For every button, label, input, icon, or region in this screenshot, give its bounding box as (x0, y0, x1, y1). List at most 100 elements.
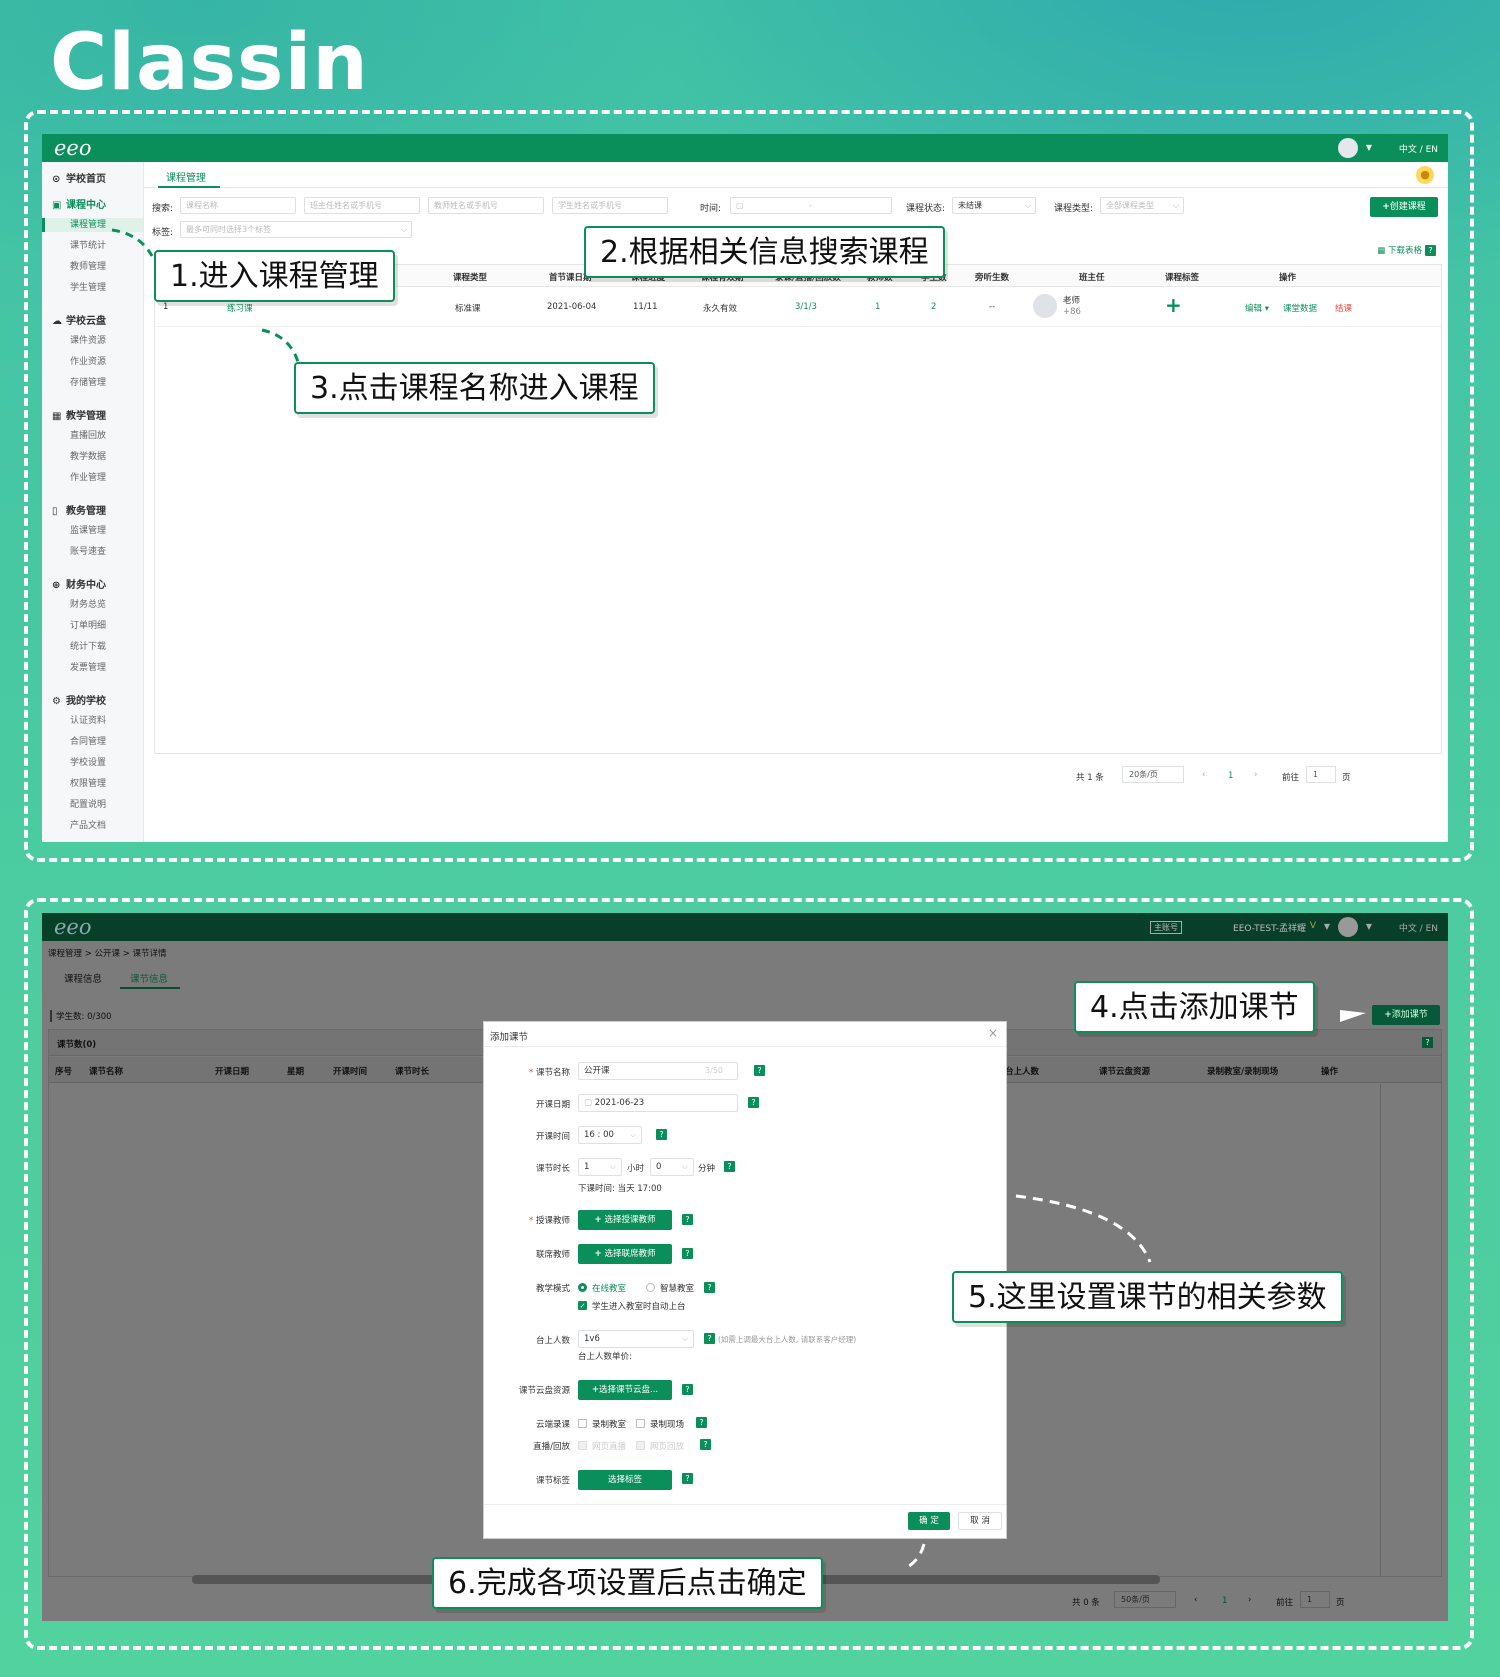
add-lesson-button[interactable]: +添加课节 (1372, 1005, 1440, 1025)
help-icon[interactable]: ? (682, 1248, 693, 1259)
goto-page-input[interactable]: 1 (1306, 766, 1336, 783)
add-tag-icon[interactable]: + (1165, 293, 1182, 317)
sidebar-item[interactable]: 统计下载 (42, 640, 143, 654)
sidebar-item[interactable]: 课节统计 (42, 239, 143, 253)
minutes-select[interactable]: 0 ⌵ (650, 1158, 694, 1176)
help-icon[interactable]: ? (748, 1097, 759, 1108)
sidebar-group[interactable]: ☁ 学校云盘 (52, 312, 106, 327)
sidebar-item[interactable]: 作业资源 (42, 355, 143, 369)
user-avatar[interactable] (1338, 138, 1358, 158)
course-name-link[interactable]: 练习课 (227, 302, 253, 314)
select-teacher-button[interactable]: + 选择授课教师 (578, 1210, 672, 1230)
sidebar-item[interactable]: 产品文档 (42, 819, 143, 833)
select-cloud-button[interactable]: +选择课节云盘... (578, 1380, 672, 1400)
chevron-down-icon[interactable]: ▼ (1366, 922, 1372, 931)
record-counts[interactable]: 3/1/3 (795, 302, 817, 312)
record-site-checkbox[interactable] (636, 1419, 645, 1428)
student-count[interactable]: 2 (931, 302, 936, 312)
chevron-down-icon[interactable]: ▼ (1324, 922, 1330, 931)
tab-course-info[interactable]: 课程信息 (64, 971, 102, 985)
end-course-link[interactable]: 结课 (1335, 302, 1352, 314)
sidebar-item[interactable]: 存储管理 (42, 376, 143, 390)
sidebar-item[interactable]: 监课管理 (42, 524, 143, 538)
next-page-icon[interactable]: › (1248, 1595, 1251, 1605)
lightbulb-icon[interactable]: ● (1416, 166, 1434, 184)
help-icon[interactable]: ? (700, 1439, 711, 1450)
sidebar-item[interactable]: 合同管理 (42, 735, 143, 749)
stage-count-select[interactable]: 1v6 ⌵ (578, 1330, 694, 1348)
help-icon[interactable]: ? (682, 1384, 693, 1395)
goto-page-input[interactable]: 1 (1300, 1591, 1330, 1608)
eeo-logo[interactable]: eeo (54, 136, 92, 160)
edit-dropdown[interactable]: 编辑 ▾ (1245, 302, 1269, 314)
sidebar-item[interactable]: 配置说明 (42, 798, 143, 812)
sidebar-item[interactable]: 教学数据 (42, 450, 143, 464)
sidebar-group[interactable]: ▣ 课程中心 (52, 196, 106, 211)
page-size-select[interactable]: 20条/页 (1122, 766, 1184, 783)
sidebar-group[interactable]: ⊕ 财务中心 (52, 576, 106, 591)
mode-smart-label[interactable]: 智慧教室 (660, 1282, 694, 1294)
prev-page-icon[interactable]: ‹ (1194, 1595, 1197, 1605)
teacher-input[interactable]: 教师姓名或手机号 (428, 197, 544, 214)
tab-lesson-info[interactable]: 课节信息 (130, 971, 168, 985)
help-icon[interactable]: ? (682, 1473, 693, 1484)
create-course-button[interactable]: +创建课程 (1370, 197, 1438, 217)
sidebar-item[interactable]: 直播回放 (42, 429, 143, 443)
sidebar-group[interactable]: ⊙ 学校首页 (52, 170, 106, 185)
help-icon[interactable]: ? (704, 1282, 715, 1293)
eeo-logo[interactable]: eeo (54, 915, 92, 939)
sidebar-group[interactable]: ▦ 教学管理 (52, 407, 106, 422)
class-data-link[interactable]: 课堂数据 (1283, 302, 1317, 314)
auto-stage-label[interactable]: 学生进入教室时自动上台 (592, 1300, 686, 1312)
prev-page-icon[interactable]: ‹ (1202, 770, 1205, 780)
teacher-count[interactable]: 1 (875, 302, 880, 312)
sidebar-item[interactable]: 发票管理 (42, 661, 143, 675)
help-icon[interactable]: ? (704, 1333, 715, 1344)
language-switch[interactable]: 中文 / EN (1399, 921, 1438, 934)
select-coteacher-button[interactable]: + 选择联席教师 (578, 1244, 672, 1264)
select-tag-button[interactable]: 选择标签 (578, 1470, 672, 1490)
sidebar-item[interactable]: 订单明细 (42, 619, 143, 633)
help-icon[interactable]: ? (1422, 1037, 1433, 1048)
start-date-input[interactable]: ▢ 2021-06-23 (578, 1094, 738, 1112)
sidebar-item[interactable]: 财务总览 (42, 598, 143, 612)
sidebar-item[interactable]: 权限管理 (42, 777, 143, 791)
sidebar-item[interactable]: 学生管理 (42, 281, 143, 295)
sidebar-group[interactable]: ⚙ 我的学校 (52, 692, 106, 707)
mode-online-label[interactable]: 在线教室 (592, 1282, 626, 1294)
sidebar-item[interactable]: 账号速查 (42, 545, 143, 559)
course-name-input[interactable]: 课程名称 (180, 197, 296, 214)
next-page-icon[interactable]: › (1254, 770, 1257, 780)
date-range-input[interactable]: ▢ - (730, 197, 892, 214)
student-input[interactable]: 学生姓名或手机号 (552, 197, 668, 214)
close-icon[interactable]: × (988, 1026, 998, 1040)
download-table-link[interactable]: ▦ 下载表格 (1377, 244, 1422, 256)
radio-smart[interactable] (646, 1283, 655, 1292)
radio-online[interactable] (578, 1283, 587, 1292)
current-page[interactable]: 1 (1228, 771, 1233, 781)
sidebar-item[interactable]: 教师管理 (42, 260, 143, 274)
confirm-button[interactable]: 确 定 (908, 1512, 950, 1530)
sidebar-item[interactable]: 课程管理 (42, 218, 143, 232)
help-icon[interactable]: ? (724, 1161, 735, 1172)
tag-select[interactable]: 最多可同时选择3个标签 ⌵ (180, 221, 412, 238)
auto-stage-checkbox[interactable]: ✓ (578, 1301, 587, 1310)
help-icon[interactable]: ? (696, 1417, 707, 1428)
breadcrumb[interactable]: 课程管理 > 公开课 > 课节详情 (48, 947, 167, 959)
web-live-label[interactable]: 网页直播 (592, 1440, 626, 1452)
help-icon[interactable]: ? (656, 1129, 667, 1140)
current-page[interactable]: 1 (1222, 1596, 1227, 1606)
sidebar-item[interactable]: 课件资源 (42, 334, 143, 348)
record-room-label[interactable]: 录制教室 (592, 1418, 626, 1430)
start-time-select[interactable]: 16 : 00 ⌵ (578, 1126, 642, 1144)
help-icon[interactable]: ? (754, 1065, 765, 1076)
help-icon[interactable]: ? (682, 1214, 693, 1225)
help-icon[interactable]: ? (1425, 245, 1436, 256)
status-select[interactable]: 未结课 ⌵ (952, 197, 1036, 214)
account-name[interactable]: EEO-TEST-孟祥耀 (1233, 921, 1306, 934)
type-select[interactable]: 全部课程类型 ⌵ (1100, 197, 1184, 214)
hours-select[interactable]: 1 ⌵ (578, 1158, 622, 1176)
page-size-select[interactable]: 50条/页 (1114, 1591, 1176, 1608)
sidebar-item[interactable]: 认证资料 (42, 714, 143, 728)
sidebar-group[interactable]: ▯ 教务管理 (52, 502, 106, 517)
